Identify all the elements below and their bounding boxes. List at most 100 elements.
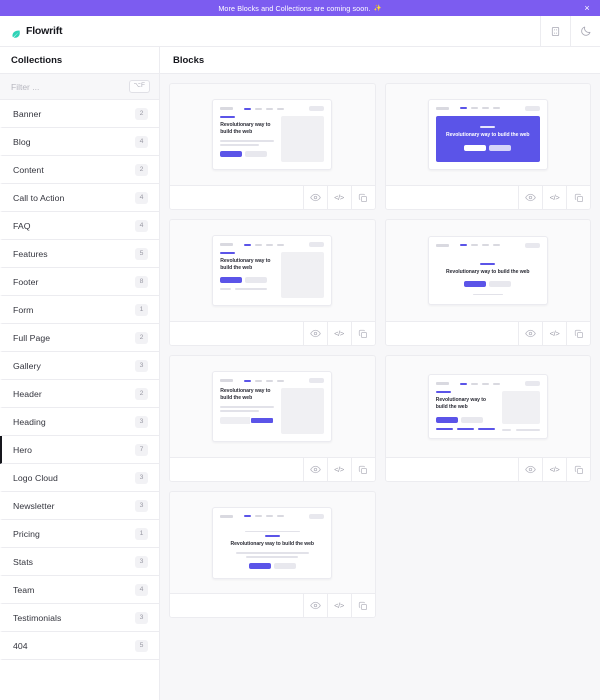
preview-eye-icon[interactable] <box>518 186 542 209</box>
preview-image <box>501 391 540 425</box>
block-card[interactable]: Revolutionary way to build the web </> <box>169 219 376 346</box>
announcement-banner: More Blocks and Collections are coming s… <box>0 0 600 16</box>
preview-heading: Revolutionary way to build the web <box>220 258 271 272</box>
blocks-panel[interactable]: Blocks Revolutionary way to build the we… <box>160 47 600 700</box>
filter-input[interactable] <box>11 81 129 92</box>
copy-icon[interactable] <box>350 322 375 345</box>
preview-footnote <box>220 288 274 291</box>
sidebar-item-faq[interactable]: FAQ 4 <box>0 212 159 240</box>
sidebar-item-blog[interactable]: Blog 4 <box>0 128 159 156</box>
view-code-icon[interactable]: </> <box>542 186 566 209</box>
preview-navbar <box>213 372 331 388</box>
page-title: Blocks <box>160 47 600 74</box>
block-card[interactable]: Revolutionary way to build the web </> <box>169 355 376 482</box>
sidebar-item-label: Features <box>13 248 48 259</box>
copy-icon[interactable] <box>566 322 590 345</box>
leaf-logo-icon <box>11 26 21 38</box>
sidebar-item-full-page[interactable]: Full Page 2 <box>0 324 159 352</box>
sidebar-item-label: Hero <box>13 444 33 455</box>
preview-eyebrow <box>220 116 236 118</box>
preview-eye-icon[interactable] <box>302 594 327 617</box>
preview-eyebrow <box>480 125 496 128</box>
preview-buttons <box>220 277 274 284</box>
sidebar-item-label: Form <box>13 304 34 315</box>
view-code-icon[interactable]: </> <box>326 458 351 481</box>
block-preview: Revolutionary way to build the web <box>170 220 375 321</box>
preview-logo <box>220 379 234 382</box>
preview-email-form <box>220 416 275 424</box>
view-code-icon[interactable]: </> <box>542 458 566 481</box>
mini-website-preview: Revolutionary way to build the web <box>427 98 548 171</box>
preview-nav-cta <box>309 106 325 111</box>
sidebar-item-label: FAQ <box>13 220 31 231</box>
sidebar-item-footer[interactable]: Footer 8 <box>0 268 159 296</box>
view-code-icon[interactable]: </> <box>326 594 351 617</box>
copy-icon[interactable] <box>350 594 375 617</box>
copy-icon[interactable] <box>350 458 375 481</box>
block-card[interactable]: Revolutionary way to build the web </> <box>384 355 591 482</box>
filter-row[interactable]: ⌥F <box>0 74 159 100</box>
sidebar-item-team[interactable]: Team 4 <box>0 576 159 604</box>
preview-logo <box>220 107 234 110</box>
sidebar-item-stats[interactable]: Stats 3 <box>0 548 159 576</box>
brand[interactable]: Flowrift <box>0 16 540 46</box>
sidebar-item-404[interactable]: 404 5 <box>0 632 159 660</box>
sidebar-item-pricing[interactable]: Pricing 1 <box>0 520 159 548</box>
preview-heading: Revolutionary way to build the web <box>230 541 315 548</box>
preview-image <box>281 116 325 162</box>
block-preview: Revolutionary way to build the web <box>386 84 591 185</box>
preview-buttons <box>435 416 495 423</box>
sidebar-item-newsletter[interactable]: Newsletter 3 <box>0 492 159 520</box>
preview-heading: Revolutionary way to build the web <box>220 388 271 402</box>
block-card[interactable]: Revolutionary way to build the web </> <box>169 83 376 210</box>
close-icon[interactable]: × <box>582 3 592 13</box>
block-card[interactable]: Revolutionary way to build the web </> <box>384 219 591 346</box>
view-code-icon[interactable]: </> <box>542 322 566 345</box>
mini-website-preview: Revolutionary way to build the web <box>212 506 333 579</box>
sidebar-item-label: 404 <box>13 640 28 651</box>
preview-eye-icon[interactable] <box>518 458 542 481</box>
preview-eye-icon[interactable] <box>302 458 327 481</box>
sidebar-item-call-to-action[interactable]: Call to Action 4 <box>0 184 159 212</box>
preview-hero-panel: Revolutionary way to build the web <box>435 115 540 163</box>
sidebar-item-testimonials[interactable]: Testimonials 3 <box>0 604 159 632</box>
sidebar-item-heading[interactable]: Heading 3 <box>0 408 159 436</box>
sidebar-item-count: 5 <box>135 639 148 652</box>
sidebar-item-label: Testimonials <box>13 612 62 623</box>
block-card[interactable]: Revolutionary way to build the web </> <box>384 83 591 210</box>
filter-shortcut-badge: ⌥F <box>128 80 150 93</box>
preview-eye-icon[interactable] <box>302 322 327 345</box>
sidebar-item-count: 7 <box>135 443 148 456</box>
block-card[interactable]: Revolutionary way to build the web </> <box>169 491 376 618</box>
copy-icon[interactable] <box>566 458 590 481</box>
mini-website-preview: Revolutionary way to build the web <box>427 374 548 439</box>
preview-nav-cta <box>524 381 540 387</box>
view-code-icon[interactable]: </> <box>326 322 351 345</box>
sidebar-item-content[interactable]: Content 2 <box>0 156 159 184</box>
sidebar-item-features[interactable]: Features 5 <box>0 240 159 268</box>
preview-nav-links <box>244 515 306 517</box>
sidebar-item-banner[interactable]: Banner 2 <box>0 100 159 128</box>
copy-icon[interactable] <box>566 186 590 209</box>
grid-view-icon[interactable] <box>540 16 570 46</box>
preview-logo <box>220 243 234 246</box>
preview-buttons <box>443 280 533 287</box>
preview-nav-cta <box>524 242 540 248</box>
block-preview: Revolutionary way to build the web <box>170 356 375 457</box>
preview-paragraph <box>220 140 275 146</box>
sidebar-item-header[interactable]: Header 2 <box>0 380 159 408</box>
copy-icon[interactable] <box>350 186 375 209</box>
sidebar-item-count: 2 <box>135 163 148 176</box>
sidebar-item-count: 2 <box>135 387 148 400</box>
view-code-icon[interactable]: </> <box>326 186 351 209</box>
dark-mode-moon-icon[interactable] <box>570 16 600 46</box>
preview-eye-icon[interactable] <box>302 186 327 209</box>
preview-eye-icon[interactable] <box>518 322 542 345</box>
collections-sidebar[interactable]: Collections ⌥F Banner 2 Blog 4 Content 2 Call … <box>0 47 160 700</box>
sidebar-item-logo-cloud[interactable]: Logo Cloud 3 <box>0 464 159 492</box>
sidebar-item-gallery[interactable]: Gallery 3 <box>0 352 159 380</box>
sidebar-item-form[interactable]: Form 1 <box>0 296 159 324</box>
preview-eyebrow <box>480 262 496 265</box>
sidebar-item-hero[interactable]: Hero 7 <box>0 436 159 464</box>
mini-website-preview: Revolutionary way to build the web <box>212 235 333 306</box>
